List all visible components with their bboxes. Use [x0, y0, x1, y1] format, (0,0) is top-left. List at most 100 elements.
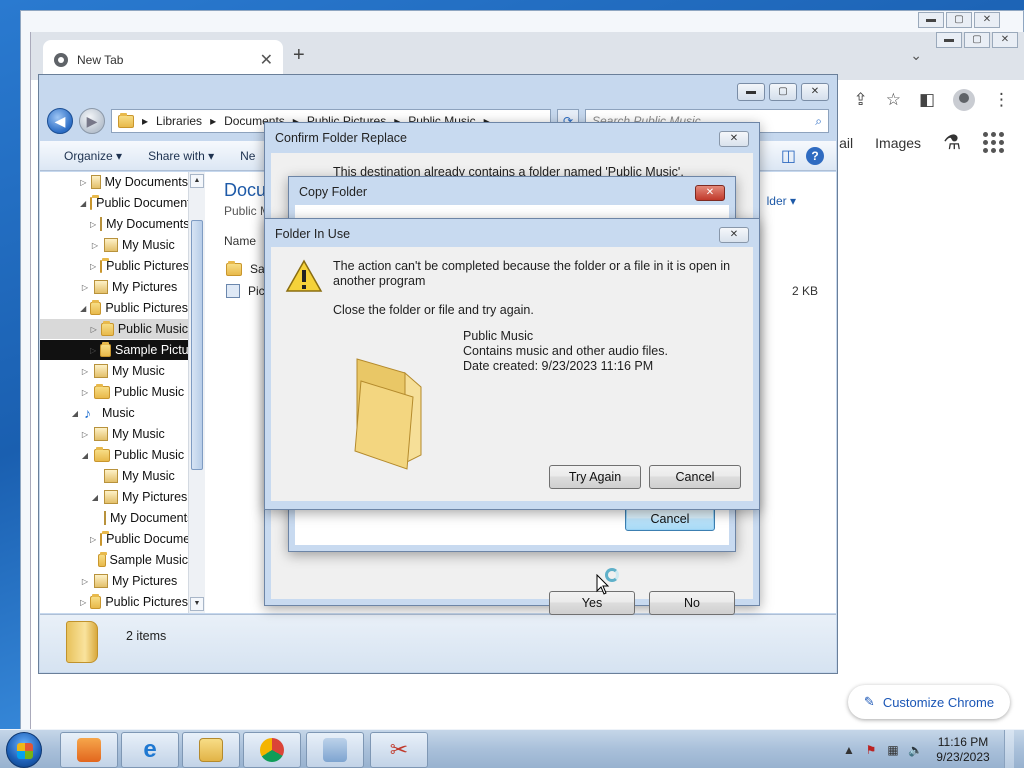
tab-close-icon[interactable]: ✕ [260, 50, 273, 70]
column-header-name[interactable]: Name [224, 234, 256, 248]
tree-item[interactable]: ▷ My Documents [40, 214, 190, 234]
gmail-link[interactable]: ail [839, 135, 853, 151]
start-button[interactable] [6, 732, 42, 768]
collapsed-arrow-icon[interactable]: ▷ [90, 241, 100, 250]
tree-item[interactable]: ▷ Public Music [40, 319, 188, 339]
tree-item[interactable]: ▷ Public Pictures [40, 592, 188, 612]
tree-item[interactable]: ◢ Public Pictures [40, 298, 188, 318]
collapsed-arrow-icon[interactable]: ▷ [80, 577, 90, 586]
taskbar-explorer[interactable] [182, 732, 240, 768]
nav-scrollbar[interactable]: ▲ ▼ [188, 172, 205, 613]
collapsed-arrow-icon[interactable]: ▷ [90, 346, 96, 355]
breadcrumb-libraries[interactable]: Libraries [156, 114, 202, 128]
taskbar-app[interactable] [306, 732, 364, 768]
system-clock[interactable]: 11:16 PM 9/23/2023 [930, 735, 996, 765]
close-icon[interactable]: ✕ [974, 12, 1000, 28]
profile-avatar-icon[interactable] [953, 89, 975, 111]
expanded-arrow-icon[interactable]: ◢ [80, 451, 90, 460]
cancel-button[interactable]: Cancel [625, 507, 715, 531]
close-icon[interactable]: ✕ [992, 32, 1018, 48]
star-icon[interactable]: ☆ [886, 90, 901, 110]
taskbar-chrome[interactable] [243, 732, 301, 768]
tree-item[interactable]: ▷ Sample Pictures [40, 340, 205, 360]
scroll-up-icon[interactable]: ▲ [190, 174, 204, 188]
tree-item[interactable]: ▷ My Pictures [40, 277, 188, 297]
close-icon[interactable]: ✕ [801, 83, 829, 101]
tree-item[interactable]: ▷ My Music [40, 361, 188, 381]
organize-button[interactable]: Organize ▾ [64, 149, 122, 163]
labs-flask-icon[interactable]: ⚗ [943, 130, 961, 155]
background-window-controls[interactable]: ▬ ▢ ✕ [918, 12, 1000, 28]
taskbar-media-player[interactable] [60, 732, 118, 768]
tree-item[interactable]: ▷ My Pictures [40, 571, 188, 591]
show-hidden-icons-chevron-icon[interactable]: ▲ [842, 743, 856, 757]
minimize-icon[interactable]: ▬ [918, 12, 944, 28]
collapsed-arrow-icon[interactable]: ▷ [90, 262, 96, 271]
action-center-flag-icon[interactable]: ⚑ [864, 743, 878, 757]
customize-chrome-button[interactable]: ✎ Customize Chrome [848, 685, 1010, 719]
expanded-arrow-icon[interactable]: ◢ [90, 493, 100, 502]
expanded-arrow-icon[interactable]: ◢ [70, 409, 80, 418]
no-button[interactable]: No [649, 591, 735, 615]
collapsed-arrow-icon[interactable]: ▷ [80, 178, 87, 187]
collapsed-arrow-icon[interactable]: ▷ [90, 220, 96, 229]
minimize-icon[interactable]: ▬ [936, 32, 962, 48]
collapsed-arrow-icon[interactable]: ▷ [80, 388, 90, 397]
forward-button[interactable]: ▶ [79, 108, 105, 134]
try-again-button[interactable]: Try Again [549, 465, 641, 489]
taskbar-snipping[interactable]: ✂ [370, 732, 428, 768]
tree-item[interactable]: ▷ Public Documents [40, 529, 205, 549]
maximize-icon[interactable]: ▢ [964, 32, 990, 48]
collapsed-arrow-icon[interactable]: ▷ [80, 367, 90, 376]
scroll-down-icon[interactable]: ▼ [190, 597, 204, 611]
folder-icon [118, 112, 134, 128]
maximize-icon[interactable]: ▢ [769, 83, 797, 101]
tree-item[interactable]: My Music [40, 466, 188, 486]
tree-item[interactable]: ◢ ♪ Music [40, 403, 188, 423]
network-icon[interactable]: ▦ [886, 743, 900, 757]
library-icon [94, 280, 108, 294]
collapsed-arrow-icon[interactable]: ▷ [90, 535, 96, 544]
collapsed-arrow-icon[interactable]: ▷ [80, 598, 86, 607]
expanded-arrow-icon[interactable]: ◢ [80, 199, 86, 208]
collapsed-arrow-icon[interactable]: ▷ [90, 325, 97, 334]
share-with-button[interactable]: Share with ▾ [148, 149, 214, 163]
show-desktop-button[interactable] [1004, 730, 1014, 768]
tree-item[interactable]: ◢ My Pictures [40, 487, 188, 507]
close-icon[interactable]: ✕ [719, 131, 749, 147]
images-link[interactable]: Images [875, 135, 921, 151]
tree-item[interactable]: My Documents [40, 508, 193, 528]
collapsed-arrow-icon[interactable]: ▷ [80, 430, 90, 439]
scroll-thumb[interactable] [191, 220, 203, 470]
minimize-icon[interactable]: ▬ [737, 83, 765, 101]
close-icon[interactable]: ✕ [719, 227, 749, 243]
tree-item[interactable]: Sample Music [40, 550, 188, 570]
collapsed-arrow-icon[interactable]: ▷ [80, 283, 90, 292]
tree-item[interactable]: ▷ My Music [40, 424, 188, 444]
apps-grid-icon[interactable] [983, 132, 1004, 153]
file-row[interactable]: Pict [226, 284, 268, 298]
arrange-by-dropdown[interactable]: lder ▾ [767, 194, 796, 208]
share-icon[interactable]: ⇪ [853, 90, 867, 110]
new-tab-icon[interactable]: + [293, 44, 305, 67]
menu-dots-icon[interactable]: ⋮ [993, 90, 1010, 110]
cancel-button[interactable]: Cancel [649, 465, 741, 489]
tree-item[interactable]: ▷ Public Music [40, 382, 188, 402]
tree-item[interactable]: ▷ My Documents [40, 172, 188, 192]
yes-button[interactable]: Yes [549, 591, 635, 615]
tree-item[interactable]: ▷ Public Pictures [40, 256, 189, 276]
side-panel-icon[interactable]: ◧ [919, 90, 935, 110]
tree-item[interactable]: ◢ Public Documents [40, 193, 197, 213]
tree-item[interactable]: ▷ My Music [40, 235, 188, 255]
taskbar-internet-explorer[interactable]: e [121, 732, 179, 768]
preview-pane-icon[interactable]: ◫ [781, 146, 796, 166]
tab-search-chevron-icon[interactable]: ⌄ [910, 47, 922, 64]
close-icon[interactable]: ✕ [695, 185, 725, 201]
back-button[interactable]: ◀ [47, 108, 73, 134]
volume-muted-icon[interactable]: 🔈 [908, 743, 923, 757]
maximize-icon[interactable]: ▢ [946, 12, 972, 28]
help-icon[interactable]: ? [806, 146, 824, 165]
tree-item[interactable]: ◢ Public Music [40, 445, 188, 465]
expanded-arrow-icon[interactable]: ◢ [80, 304, 86, 313]
new-folder-button[interactable]: Ne [240, 149, 255, 163]
